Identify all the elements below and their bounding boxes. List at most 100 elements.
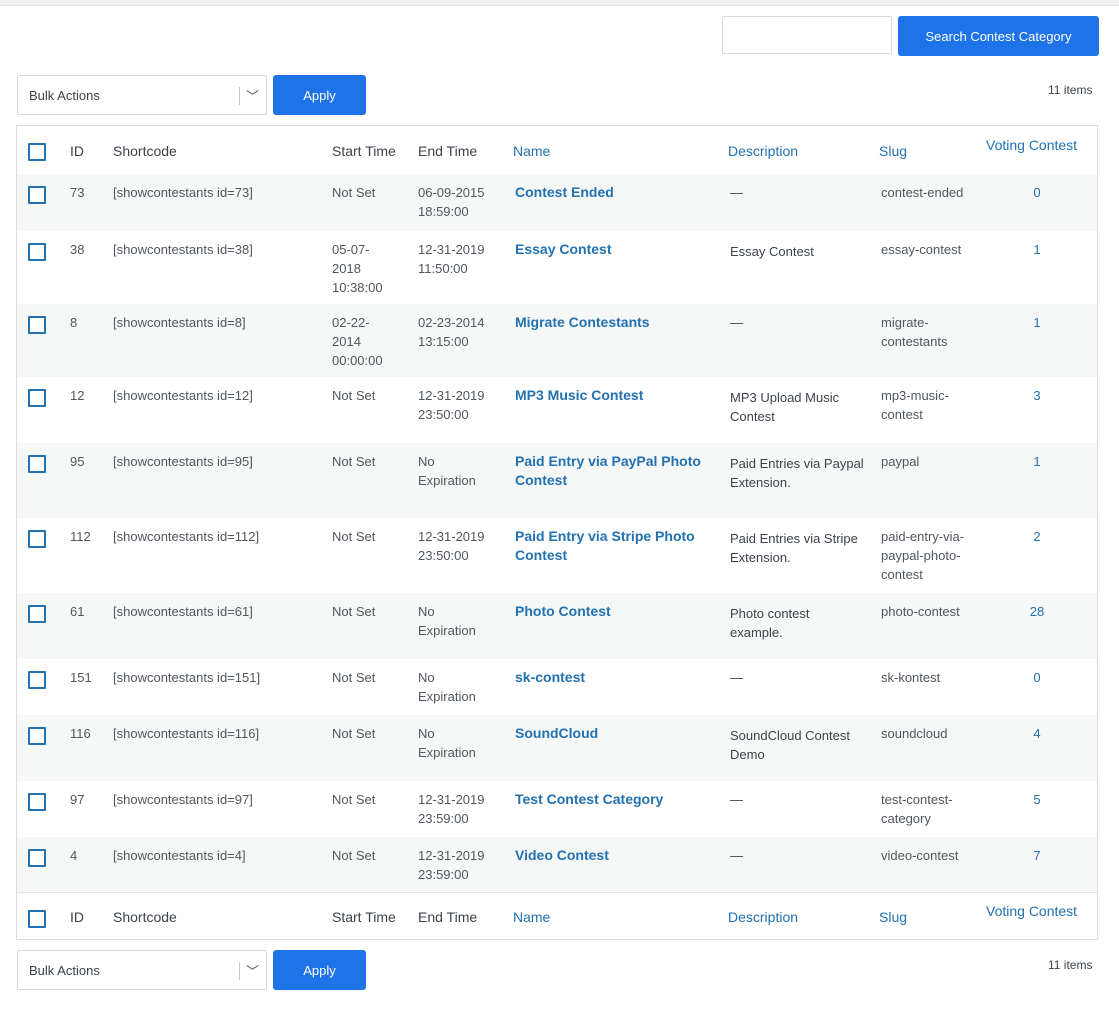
contest-name-link-line[interactable]: Migrate Contestants: [515, 313, 650, 332]
description-cell-line: Photo contest: [730, 606, 810, 621]
slug-cell: photo-contest: [881, 602, 960, 621]
contest-name-link-line[interactable]: Contest Ended: [515, 183, 614, 202]
contest-name-link[interactable]: sk-contest: [515, 668, 585, 687]
voting-contest-count-link[interactable]: 0: [1022, 183, 1052, 202]
contest-name-link-line[interactable]: Video Contest: [515, 846, 609, 865]
voting-contest-count-link[interactable]: 2: [1022, 527, 1052, 546]
slug-cell-line: photo-contest: [881, 604, 960, 619]
voting-contest-count-link[interactable]: 1: [1022, 313, 1052, 332]
shortcode-cell: [showcontestants id=95]: [113, 454, 253, 469]
apply-button-bottom[interactable]: Apply: [273, 950, 366, 990]
contest-name-link[interactable]: Video Contest: [515, 846, 609, 865]
row-checkbox[interactable]: [28, 316, 46, 334]
id-cell: 73: [70, 185, 85, 200]
description-cell-line: Demo: [730, 747, 765, 762]
contest-name-link[interactable]: Photo Contest: [515, 602, 611, 621]
column-slug-sort[interactable]: Slug: [879, 143, 907, 159]
footer-column-name-sort[interactable]: Name: [513, 909, 550, 925]
contest-name-link[interactable]: MP3 Music Contest: [515, 386, 643, 405]
voting-contest-count-link[interactable]: 1: [1022, 240, 1052, 259]
end-time-cell: 12-31-2019 23:59:00: [418, 846, 485, 884]
select-all-checkbox[interactable]: [28, 143, 46, 161]
footer-column-start-time: Start Time: [332, 909, 396, 925]
voting-contest-count-link[interactable]: 0: [1022, 668, 1052, 687]
select-all-checkbox-footer[interactable]: [28, 910, 46, 928]
contest-name-link[interactable]: Migrate Contestants: [515, 313, 650, 332]
row-checkbox[interactable]: [28, 530, 46, 548]
footer-column-voting-contest-sort[interactable]: Voting Contest: [986, 903, 1077, 919]
contest-name-link[interactable]: Contest Ended: [515, 183, 614, 202]
search-input[interactable]: [722, 16, 892, 54]
contest-name-link[interactable]: Paid Entry via PayPal Photo Contest: [515, 452, 701, 490]
column-voting-contest-sort[interactable]: Voting Contest: [986, 137, 1077, 153]
contest-name-link-line[interactable]: Contest: [515, 471, 701, 490]
shortcode-cell: [showcontestants id=38]: [113, 242, 253, 257]
end-time-cell-line: No: [418, 670, 435, 685]
description-cell-line: Extension.: [730, 550, 791, 565]
contest-name-link-line[interactable]: Paid Entry via Stripe Photo: [515, 527, 695, 546]
contest-name-link-line[interactable]: MP3 Music Contest: [515, 386, 643, 405]
start-time-cell-line: 2014: [332, 334, 361, 349]
row-checkbox[interactable]: [28, 605, 46, 623]
row-checkbox[interactable]: [28, 793, 46, 811]
slug-cell: paid-entry-via-paypal-photo-contest: [881, 527, 964, 584]
voting-contest-count-link[interactable]: 1: [1022, 452, 1052, 471]
contest-name-link-line[interactable]: Essay Contest: [515, 240, 611, 259]
slug-cell-line: paypal-photo-: [881, 548, 961, 563]
footer-column-slug-sort[interactable]: Slug: [879, 909, 907, 925]
voting-contest-count-link[interactable]: 5: [1022, 790, 1052, 809]
start-time-cell: Not Set: [332, 668, 375, 687]
row-checkbox[interactable]: [28, 671, 46, 689]
row-checkbox[interactable]: [28, 727, 46, 745]
description-cell-line: —: [730, 848, 743, 863]
end-time-cell-line: 06-09-2015: [418, 185, 485, 200]
contest-name-link-line[interactable]: Paid Entry via PayPal Photo: [515, 452, 701, 471]
table-row: 116 [showcontestants id=116] Not Set No Expi…: [17, 715, 1097, 781]
footer-column-end-time: End Time: [418, 909, 478, 925]
footer-column-shortcode: Shortcode: [113, 909, 177, 925]
footer-column-description-sort[interactable]: Description: [728, 909, 798, 925]
chevron-down-icon: ﹀: [246, 89, 260, 104]
row-checkbox[interactable]: [28, 243, 46, 261]
row-checkbox[interactable]: [28, 455, 46, 473]
voting-contest-count-link[interactable]: 4: [1022, 724, 1052, 743]
contest-name-link[interactable]: SoundCloud: [515, 724, 598, 743]
bulk-actions-select-top[interactable]: Bulk Actions ﹀: [17, 75, 267, 115]
contest-category-table: ID Shortcode Start Time End Time Name De…: [16, 125, 1098, 940]
description-cell: Paid Entries via Stripe Extension.: [730, 529, 858, 567]
id-cell: 112: [70, 529, 91, 544]
row-checkbox[interactable]: [28, 186, 46, 204]
description-cell-line: Paid Entries via Paypal: [730, 456, 864, 471]
apply-button-top[interactable]: Apply: [273, 75, 366, 115]
id-cell: 38: [70, 242, 85, 257]
contest-name-link-line[interactable]: Photo Contest: [515, 602, 611, 621]
end-time-cell-line: 13:15:00: [418, 334, 469, 349]
contest-name-link-line[interactable]: Test Contest Category: [515, 790, 663, 809]
voting-contest-count-link[interactable]: 7: [1022, 846, 1052, 865]
table-row: 97 [showcontestants id=97] Not Set 12-31-20…: [17, 781, 1097, 837]
search-contest-category-button[interactable]: Search Contest Category: [898, 16, 1099, 56]
contest-name-link[interactable]: Essay Contest: [515, 240, 611, 259]
start-time-cell: Not Set: [332, 602, 375, 621]
items-count-top: 11 items: [1048, 83, 1093, 97]
contest-name-link-line[interactable]: SoundCloud: [515, 724, 598, 743]
contest-name-link-line[interactable]: sk-contest: [515, 668, 585, 687]
contest-name-link-line[interactable]: Contest: [515, 546, 695, 565]
bulk-actions-select-bottom[interactable]: Bulk Actions ﹀: [17, 950, 267, 990]
start-time-cell: Not Set: [332, 386, 375, 405]
contest-name-link[interactable]: Test Contest Category: [515, 790, 663, 809]
end-time-cell-line: 12-31-2019: [418, 242, 485, 257]
table-row: 95 [showcontestants id=95] Not Set No Expira…: [17, 443, 1097, 518]
voting-contest-count-link[interactable]: 28: [1022, 602, 1052, 621]
column-description-sort[interactable]: Description: [728, 143, 798, 159]
description-cell-line: —: [730, 315, 743, 330]
contest-name-link[interactable]: Paid Entry via Stripe Photo Contest: [515, 527, 695, 565]
voting-contest-count-link[interactable]: 3: [1022, 386, 1052, 405]
column-name-sort[interactable]: Name: [513, 143, 550, 159]
start-time-cell: 05-07- 2018 10:38:00: [332, 240, 383, 297]
row-checkbox[interactable]: [28, 389, 46, 407]
description-cell-line: Paid Entries via Stripe: [730, 531, 858, 546]
row-checkbox[interactable]: [28, 849, 46, 867]
description-cell: —: [730, 313, 743, 332]
column-end-time: End Time: [418, 143, 478, 159]
